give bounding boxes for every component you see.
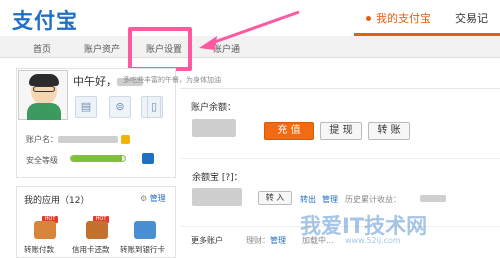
- dot-icon: [366, 15, 371, 21]
- id-card-icon[interactable]: ▤: [75, 96, 97, 118]
- highlight-box: [128, 27, 192, 71]
- history-earnings-label: 历史累计收益：: [345, 195, 401, 204]
- yuebao-manage-link[interactable]: 管理: [322, 194, 338, 205]
- divider: [180, 158, 500, 159]
- greeting-subtext: 多吃些丰富的午餐，为身体加油: [123, 76, 221, 84]
- masked-earnings: [420, 195, 446, 202]
- transfer-pay-icon[interactable]: [34, 221, 56, 239]
- finance-label: 理财：: [246, 236, 270, 245]
- recharge-button[interactable]: 充 值: [264, 122, 314, 140]
- transfer-in-button[interactable]: 转 入: [258, 191, 292, 205]
- account-name-label: 账户名：: [26, 135, 58, 144]
- subnav-home[interactable]: 首页: [33, 42, 51, 55]
- pointer-arrow-icon: [199, 10, 300, 50]
- apps-manage-link[interactable]: ⚙ 管理: [140, 193, 166, 204]
- my-apps-title: 我的应用（12）: [24, 196, 90, 206]
- app-label-credit-card[interactable]: 信用卡还款: [72, 244, 110, 255]
- masked-balance: [192, 119, 236, 137]
- verified-icon: [121, 135, 130, 144]
- finance-manage-link[interactable]: 管理: [270, 235, 286, 246]
- alipay-logo[interactable]: 支付宝: [12, 5, 78, 35]
- yuebao-label: 余额宝 [?]：: [192, 173, 243, 183]
- app-label-transfer-pay[interactable]: 转账付款: [24, 244, 54, 255]
- nav-transactions[interactable]: 交易记: [455, 10, 488, 26]
- certificate-icon[interactable]: ⊜: [109, 96, 131, 118]
- withdraw-button[interactable]: 提 现: [320, 122, 362, 140]
- security-level-bar: [70, 155, 126, 162]
- transfer-button[interactable]: 转 账: [368, 122, 410, 140]
- subnav-assets[interactable]: 账户资产: [84, 42, 120, 55]
- balance-label: 账户余额：: [191, 103, 237, 113]
- site-watermark-url: www.52ij.com: [345, 236, 401, 245]
- app-label-bank-transfer[interactable]: 转账到银行卡: [120, 244, 165, 255]
- security-level-fill: [71, 156, 123, 161]
- security-level-label: 安全等级: [26, 156, 58, 165]
- bank-transfer-icon[interactable]: [134, 221, 156, 239]
- gear-icon: ⚙: [140, 194, 148, 203]
- masked-yuebao: [192, 188, 242, 206]
- greeting-label: 中午好，: [73, 75, 117, 88]
- apps-manage-label: 管理: [149, 194, 166, 203]
- shield-badge-icon[interactable]: [142, 153, 154, 164]
- nav-my-alipay-label: 我的支付宝: [376, 12, 431, 25]
- more-accounts-label: 更多账户: [191, 236, 223, 245]
- credit-card-icon[interactable]: [86, 221, 108, 239]
- transfer-out-link[interactable]: 转出: [300, 194, 316, 205]
- nav-my-alipay[interactable]: 我的支付宝: [366, 10, 431, 26]
- masked-account: [58, 136, 118, 143]
- phone-icon[interactable]: ▯: [147, 96, 161, 118]
- account-name-row: 账户名：: [26, 134, 130, 145]
- avatar[interactable]: [18, 70, 68, 120]
